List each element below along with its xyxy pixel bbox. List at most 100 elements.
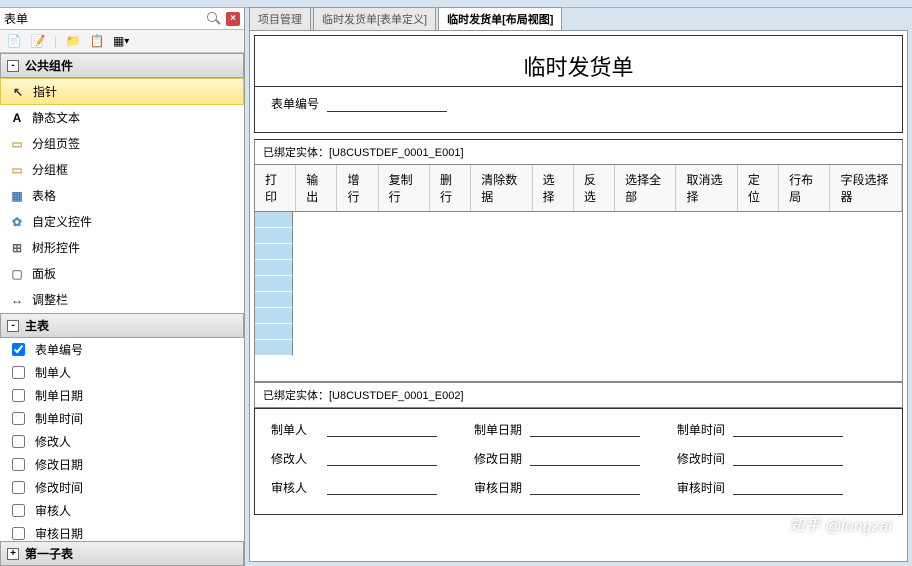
detail-field-input[interactable] <box>530 452 640 466</box>
component-list: ↖指针A静态文本▭分组页签▭分组框▦表格✿自定义控件 ⊞ 树形控件 ▢面板↔调整栏 <box>0 78 244 313</box>
field-checkbox[interactable] <box>12 412 25 425</box>
grid-toolbar-button[interactable]: 删行 <box>430 165 471 211</box>
grid-toolbar-button[interactable]: 选择 <box>533 165 574 211</box>
grid-toolbar-button[interactable]: 选择全部 <box>615 165 676 211</box>
field-checkbox[interactable] <box>12 343 25 356</box>
section-components-header[interactable]: - 公共组件 <box>0 53 244 78</box>
component-item[interactable]: ▦表格 <box>0 183 244 209</box>
component-item[interactable]: ↖指针 <box>0 78 244 105</box>
tab[interactable]: 临时发货单[布局视图] <box>438 7 562 30</box>
table-icon[interactable]: ▦▾ <box>113 33 129 49</box>
component-icon: ⊞ <box>8 241 26 255</box>
field-item: 表单编号 <box>0 338 244 361</box>
section-childtable-header[interactable]: + 第一子表 <box>0 541 244 566</box>
field-label: 表单编号 <box>35 341 83 358</box>
grid-toolbar-button[interactable]: 打印 <box>255 165 296 211</box>
grid-toolbar-button[interactable]: 字段选择器 <box>830 165 902 211</box>
tab[interactable]: 临时发货单[表单定义] <box>313 7 436 30</box>
field-checkbox[interactable] <box>12 481 25 494</box>
field-item: 制单人 <box>0 361 244 384</box>
field-label: 修改日期 <box>35 456 83 473</box>
grid-toolbar-button[interactable]: 反选 <box>574 165 615 211</box>
component-label: 树形控件 <box>32 239 80 256</box>
grid-row-header[interactable] <box>255 308 293 324</box>
field-label: 审核人 <box>35 502 71 519</box>
grid-row-header[interactable] <box>255 260 293 276</box>
grid-toolbar-button[interactable]: 复制行 <box>379 165 430 211</box>
detail-field-input[interactable] <box>733 423 843 437</box>
detail-field: 审核时间 <box>677 479 880 496</box>
grid-row-header[interactable] <box>255 324 293 340</box>
field-item: 审核日期 <box>0 522 244 541</box>
grid-row-header[interactable] <box>255 212 293 228</box>
component-icon: ↔ <box>8 293 26 307</box>
form-field-input[interactable] <box>327 96 447 112</box>
field-checkbox[interactable] <box>12 366 25 379</box>
component-item[interactable]: A静态文本 <box>0 105 244 131</box>
field-checkbox[interactable] <box>12 389 25 402</box>
grid-toolbar-button[interactable]: 定位 <box>738 165 779 211</box>
component-item[interactable]: ▭分组页签 <box>0 131 244 157</box>
field-checkbox[interactable] <box>12 435 25 448</box>
field-label: 制单时间 <box>35 410 83 427</box>
detail-field-input[interactable] <box>733 481 843 495</box>
grid-row-header[interactable] <box>255 228 293 244</box>
component-item[interactable]: ▢面板 <box>0 261 244 287</box>
grid-row-header[interactable] <box>255 292 293 308</box>
component-icon: ▭ <box>8 163 26 177</box>
grid-row-header[interactable] <box>255 244 293 260</box>
detail-field-input[interactable] <box>327 481 437 495</box>
detail-field: 修改时间 <box>677 450 880 467</box>
field-label: 修改时间 <box>35 479 83 496</box>
grid-toolbar-button[interactable]: 增行 <box>337 165 378 211</box>
bound-entity-1: 已绑定实体：[U8CUSTDEF_0001_E001] <box>254 139 903 165</box>
component-icon: ▭ <box>8 137 26 151</box>
left-toolbar: 📄 📝 | 📁 📋 ▦▾ <box>0 30 244 53</box>
component-item[interactable]: ▭分组框 <box>0 157 244 183</box>
edit-icon[interactable]: 📝 <box>30 33 46 49</box>
close-panel-icon[interactable]: × <box>226 12 240 26</box>
grid-toolbar-button[interactable]: 清除数据 <box>471 165 532 211</box>
left-panel-header: 表单 × <box>0 8 244 30</box>
component-label: 表格 <box>32 187 56 204</box>
field-checkbox[interactable] <box>12 504 25 517</box>
component-label: 面板 <box>32 265 56 282</box>
collapse-icon[interactable]: - <box>7 60 19 72</box>
expand-icon[interactable]: + <box>7 548 19 560</box>
field-label: 制单日期 <box>35 387 83 404</box>
detail-field-label: 修改人 <box>271 450 327 467</box>
grid-row-header[interactable] <box>255 276 293 292</box>
grid-content[interactable] <box>293 212 902 381</box>
form-title-box: 临时发货单 表单编号 <box>254 35 903 133</box>
section-maintable-header[interactable]: - 主表 <box>0 313 244 338</box>
detail-field-label: 修改时间 <box>677 450 733 467</box>
tab-bar: 项目管理临时发货单[表单定义]临时发货单[布局视图] <box>245 8 912 30</box>
detail-field-label: 修改日期 <box>474 450 530 467</box>
folder-icon[interactable]: 📁 <box>65 33 81 49</box>
left-panel-title: 表单 <box>4 10 206 27</box>
field-label: 审核日期 <box>35 525 83 541</box>
field-checkbox[interactable] <box>12 458 25 471</box>
collapse-icon[interactable]: - <box>7 320 19 332</box>
field-item: 审核人 <box>0 499 244 522</box>
detail-field-input[interactable] <box>327 452 437 466</box>
component-item[interactable]: ⊞ 树形控件 <box>0 235 244 261</box>
copy-icon[interactable]: 📋 <box>89 33 105 49</box>
detail-field-input[interactable] <box>733 452 843 466</box>
grid-toolbar-button[interactable]: 行布局 <box>779 165 830 211</box>
detail-field-input[interactable] <box>530 423 640 437</box>
form-title: 临时发货单 <box>255 36 902 86</box>
new-icon[interactable]: 📄 <box>6 33 22 49</box>
search-icon[interactable] <box>206 11 222 27</box>
grid-toolbar-button[interactable]: 输出 <box>296 165 337 211</box>
detail-field: 制单时间 <box>677 421 880 438</box>
field-checkbox[interactable] <box>12 527 25 540</box>
grid-toolbar-button[interactable]: 取消选择 <box>676 165 737 211</box>
detail-field-label: 制单人 <box>271 421 327 438</box>
grid-row-header[interactable] <box>255 340 293 356</box>
tab[interactable]: 项目管理 <box>249 7 311 30</box>
component-item[interactable]: ✿自定义控件 <box>0 209 244 235</box>
detail-field-input[interactable] <box>530 481 640 495</box>
detail-field-input[interactable] <box>327 423 437 437</box>
component-item[interactable]: ↔调整栏 <box>0 287 244 313</box>
